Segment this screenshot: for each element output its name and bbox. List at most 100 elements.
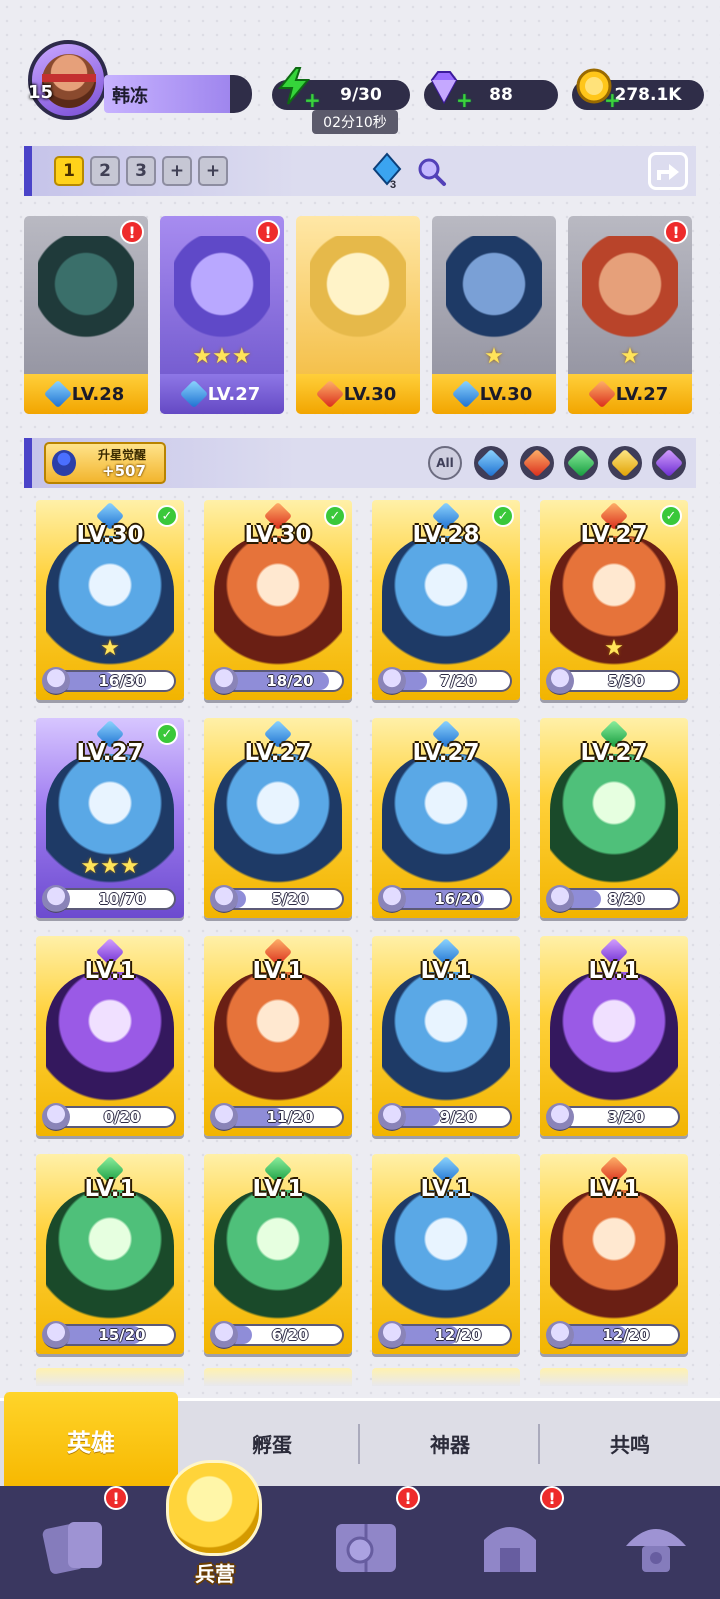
team-header [24,146,696,196]
hero-card[interactable]: LV.30 ✓ 18/20 [204,500,352,700]
deployed-check-icon: ✓ [324,505,346,527]
shard-count: 9/20 [439,1108,477,1126]
team-level-bar: LV.28 [24,374,148,414]
filter-water[interactable] [474,446,508,480]
hero-portrait [550,1190,678,1330]
shard-progress-bar: 8/20 [546,885,680,913]
shard-icon [378,667,406,695]
shard-icon [378,885,406,913]
hero-card[interactable]: LV.27 16/20 [372,718,520,918]
nav-cards[interactable]: ! [10,1486,130,1590]
nav-temple[interactable]: ! [444,1486,564,1590]
tab-resonance[interactable]: 共鸣 [540,1398,720,1488]
team-member-card[interactable]: ★ LV.27! [568,216,692,414]
star-rating: ★ [100,636,120,661]
gems-plus-icon[interactable]: + [456,90,473,110]
deployed-check-icon: ✓ [492,505,514,527]
alert-badge: ! [256,220,280,244]
shard-count: 16/20 [434,890,482,908]
shard-icon [546,885,574,913]
shard-progress-bar: 6/20 [210,1321,344,1349]
hero-portrait [214,972,342,1112]
temple-icon [484,1527,536,1572]
team-member-card[interactable]: ★ LV.30 [432,216,556,414]
team-member-card[interactable]: LV.28! [24,216,148,414]
filter-fire[interactable] [520,446,554,480]
shard-icon [546,667,574,695]
shard-icon [210,885,238,913]
magnifier-icon[interactable] [414,152,448,190]
shard-progress-bar: 18/20 [210,667,344,695]
team-slot-2[interactable]: 2 [90,156,120,186]
energy-plus-icon[interactable]: + [304,90,321,110]
shard-count: 5/30 [607,672,645,690]
hero-card[interactable]: LV.27 8/20 [540,718,688,918]
hero-level: LV.1 [252,1176,304,1202]
hero-portrait [446,236,542,356]
hero-portrait [214,536,342,676]
hero-card[interactable]: LV.1 3/20 [540,936,688,1136]
awaken-count: +507 [102,462,146,480]
hero-card[interactable]: LV.1 15/20 [36,1154,184,1354]
hero-card[interactable]: LV.27 5/20 [204,718,352,918]
star-rating: ★ [604,636,624,661]
team-slot-add-2[interactable]: + [198,156,228,186]
share-button[interactable] [648,152,688,190]
water-element-icon [43,379,72,409]
shard-progress-bar: 5/20 [210,885,344,913]
deployed-check-icon: ✓ [660,505,682,527]
hero-card[interactable]: LV.30 ✓ ★ 16/30 [36,500,184,700]
hero-card[interactable]: LV.1 0/20 [36,936,184,1136]
hero-card[interactable]: LV.1 12/20 [372,1154,520,1354]
hero-card[interactable]: LV.1 12/20 [540,1154,688,1354]
shard-progress-bar: 3/20 [546,1103,680,1131]
team-slot-3[interactable]: 3 [126,156,156,186]
hero-portrait [550,754,678,894]
hero-level: LV.1 [252,958,304,984]
hero-portrait [38,236,134,356]
map-book-icon [336,1524,396,1572]
shard-progress-bar: 15/20 [42,1321,176,1349]
nav-cards-alert: ! [104,1486,128,1510]
hero-level: LV.1 [84,1176,136,1202]
hero-card[interactable]: LV.27 ✓ ★★★ 10/70 [36,718,184,918]
team-member-card[interactable]: ★★★ LV.27! [160,216,284,414]
shard-count: 15/20 [98,1326,146,1344]
team-member-card[interactable]: LV.30 [296,216,420,414]
deployed-check-icon: ✓ [156,723,178,745]
tab-artifacts[interactable]: 神器 [360,1398,540,1488]
crystal-icon[interactable]: 3 [370,152,404,190]
hero-card[interactable]: LV.28 ✓ 7/20 [372,500,520,700]
team-level-bar: LV.27 [568,374,692,414]
shard-count: 18/20 [266,672,314,690]
filter-all[interactable]: All [428,446,462,480]
filter-dark[interactable] [652,446,686,480]
star-rating: ★★★ [80,854,140,879]
filter-light[interactable] [608,446,642,480]
hero-level: LV.27 [580,740,648,766]
light-element-icon [610,448,640,478]
coins-plus-icon[interactable]: + [604,90,621,110]
avatar-headband [42,74,96,82]
shard-count: 8/20 [607,890,645,908]
shard-icon [42,1321,70,1349]
nav-map[interactable]: ! [300,1486,420,1590]
shard-progress-bar: 7/20 [378,667,512,695]
hero-portrait [550,972,678,1112]
nav-barracks[interactable]: 兵营 [160,1440,270,1599]
tab-heroes[interactable]: 英雄 [4,1392,178,1488]
team-slot-1[interactable]: 1 [54,156,84,186]
team-slot-add-1[interactable]: + [162,156,192,186]
nav-shop[interactable] [590,1500,710,1590]
hero-card[interactable]: LV.27 ✓ ★ 5/30 [540,500,688,700]
hero-card[interactable]: LV.1 11/20 [204,936,352,1136]
hero-portrait [46,1190,174,1330]
hero-level: LV.1 [588,1176,640,1202]
hero-card[interactable]: LV.1 9/20 [372,936,520,1136]
filter-wind[interactable] [564,446,598,480]
shard-icon [210,1321,238,1349]
shard-progress-bar: 16/30 [42,667,176,695]
hero-card[interactable]: LV.1 6/20 [204,1154,352,1354]
team-level-bar: LV.30 [296,374,420,414]
shard-progress-bar: 12/20 [546,1321,680,1349]
